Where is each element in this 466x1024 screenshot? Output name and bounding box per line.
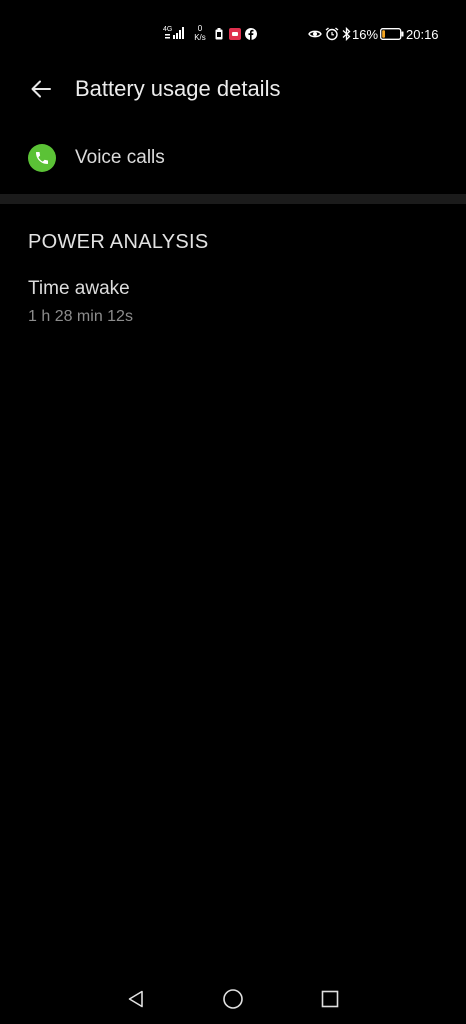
battery-icon	[380, 28, 404, 40]
back-button[interactable]	[26, 74, 56, 104]
nav-home-button[interactable]	[218, 984, 248, 1014]
bluetooth-icon	[341, 27, 351, 41]
sim-icon	[214, 28, 224, 40]
network-speed-value: 0	[197, 24, 203, 33]
app-name: Voice calls	[75, 147, 165, 168]
home-circle-icon	[223, 989, 243, 1009]
back-triangle-icon	[128, 990, 143, 1008]
navigation-bar	[0, 970, 466, 1024]
status-bar: 4G 0 K/s 16% 20:16	[0, 0, 466, 68]
app-header: Battery usage details	[0, 68, 466, 110]
signal-icon: 4G	[163, 24, 187, 42]
phone-icon	[28, 144, 56, 172]
nav-recents-button[interactable]	[315, 984, 345, 1014]
app-row: Voice calls	[0, 136, 466, 180]
battery-percent: 16%	[352, 26, 379, 42]
notification-app-icon	[228, 28, 241, 40]
clock-time: 20:16	[406, 26, 439, 42]
recents-square-icon	[321, 990, 339, 1008]
network-speed: 0 K/s	[190, 24, 210, 42]
battery-fill	[382, 30, 386, 38]
alarm-icon	[325, 27, 339, 41]
network-speed-unit: K/s	[194, 33, 206, 42]
time-awake-value: 1 h 28 min 12s	[28, 308, 133, 325]
section-divider	[0, 194, 466, 204]
time-awake-label: Time awake	[28, 278, 130, 299]
power-analysis-heading: POWER ANALYSIS	[28, 231, 209, 253]
arrow-left-icon	[31, 80, 51, 98]
facebook-icon	[245, 28, 257, 40]
page-title: Battery usage details	[75, 76, 281, 101]
nav-back-button[interactable]	[121, 984, 151, 1014]
eye-icon	[308, 28, 322, 40]
network-type: 4G	[163, 26, 172, 33]
